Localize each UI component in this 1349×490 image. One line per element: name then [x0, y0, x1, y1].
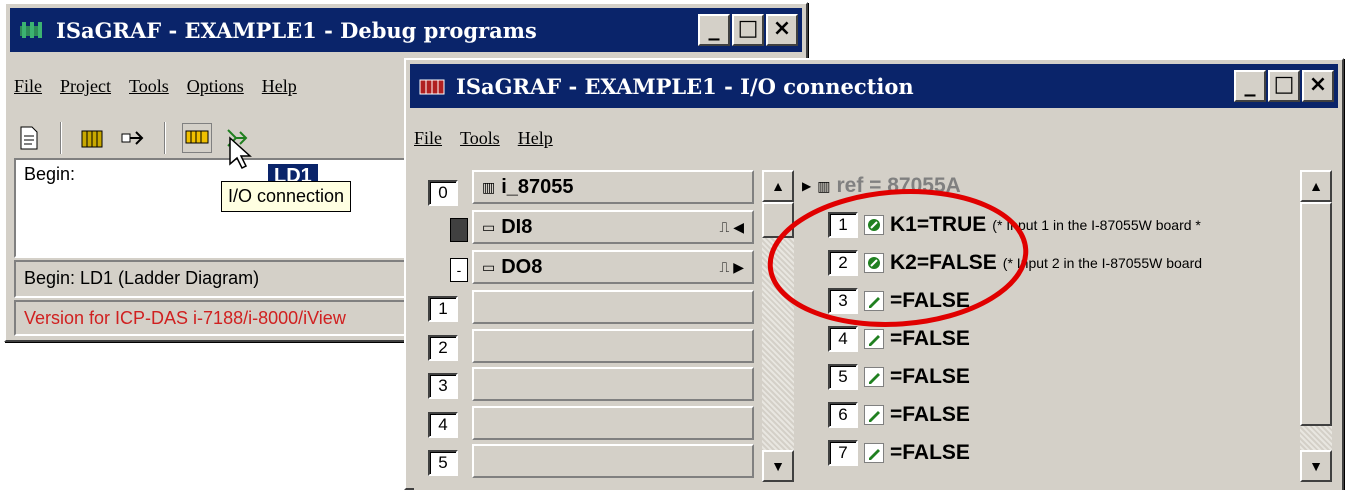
- input-arrow-icon: ⎍ ◀: [719, 218, 744, 235]
- do8-label: DO8: [501, 255, 543, 278]
- edit-variable-icon: [864, 443, 884, 463]
- channel-variable: K2=FALSE: [890, 251, 997, 274]
- channel-number: 5: [828, 364, 858, 390]
- io-menubar: File Tools Help: [414, 128, 553, 149]
- channel-variable: =FALSE: [890, 441, 970, 464]
- slot-row-1[interactable]: [472, 290, 754, 324]
- new-document-icon[interactable]: [14, 123, 44, 153]
- scroll-up-button[interactable]: ▲: [1300, 170, 1332, 202]
- slot-row-2[interactable]: [472, 329, 754, 363]
- menu-tools[interactable]: Tools: [460, 128, 500, 149]
- di-board-icon: ▭: [482, 218, 496, 235]
- di8-label: DI8: [501, 215, 533, 238]
- begin-label: Begin:: [24, 164, 76, 184]
- channel-row[interactable]: 1 K1=TRUE (* Input 1 in the I-87055W boa…: [828, 212, 1201, 238]
- ref-text: ref = 87055A: [836, 174, 961, 197]
- do-board-icon: ▭: [482, 258, 496, 275]
- maximize-button[interactable]: □: [1268, 70, 1300, 102]
- board-icon: ▥: [482, 178, 496, 195]
- channel-number: 4: [828, 326, 858, 352]
- channel-number: 1: [828, 212, 858, 238]
- debug-toolbar: [14, 122, 252, 154]
- slot-row-5[interactable]: [472, 444, 754, 478]
- slot-row-0[interactable]: ▥ i_87055: [472, 170, 754, 204]
- slot-number[interactable]: 2: [428, 335, 458, 361]
- edit-variable-icon: [864, 291, 884, 311]
- expand-toggle-icon[interactable]: -: [450, 258, 468, 282]
- channel-number: 6: [828, 402, 858, 428]
- channel-row[interactable]: 2 K2=FALSE (* Input 2 in the I-87055W bo…: [828, 250, 1202, 276]
- menu-file[interactable]: File: [14, 76, 42, 97]
- channel-row[interactable]: 6 =FALSE: [828, 402, 970, 428]
- maximize-button[interactable]: □: [732, 14, 764, 46]
- channel-row[interactable]: 4 =FALSE: [828, 326, 970, 352]
- minimize-button[interactable]: _: [1234, 70, 1266, 102]
- channel-scrollbar[interactable]: ▲ ▼: [1300, 170, 1332, 482]
- dictionary-icon[interactable]: [78, 123, 108, 153]
- slot-row-di8[interactable]: ▭ DI8 ⎍ ◀: [472, 210, 754, 244]
- channel-variable: =FALSE: [890, 327, 970, 350]
- edit-variable-icon: [864, 367, 884, 387]
- minimize-button[interactable]: _: [698, 14, 730, 46]
- scroll-thumb[interactable]: [1300, 202, 1332, 426]
- scroll-down-button[interactable]: ▼: [762, 450, 794, 482]
- menu-file[interactable]: File: [414, 128, 442, 149]
- io-connection-tooltip: I/O connection: [221, 181, 352, 212]
- channel-comment: (* Input 1 in the I-87055W board *: [992, 217, 1201, 233]
- slot-row-do8[interactable]: ▭ DO8 ⎍ ▶: [472, 250, 754, 284]
- board-name: i_87055: [501, 175, 574, 198]
- channel-variable: =FALSE: [890, 289, 970, 312]
- output-arrow-icon: ⎍ ▶: [719, 258, 744, 275]
- toolbar-separator: [164, 122, 166, 154]
- channel-variable: K1=TRUE: [890, 213, 987, 236]
- channel-variable: =FALSE: [890, 403, 970, 426]
- isagraf-app-icon: [20, 22, 42, 38]
- collapse-toggle-icon[interactable]: [450, 218, 468, 242]
- slot-number[interactable]: 3: [428, 373, 458, 399]
- channel-variable: =FALSE: [890, 365, 970, 388]
- io-connection-window: ISaGRAF - EXAMPLE1 - I/O connection _ □ …: [404, 58, 1344, 490]
- edit-variable-icon: [864, 405, 884, 425]
- fork-icon[interactable]: [222, 123, 252, 153]
- menu-project[interactable]: Project: [60, 76, 111, 97]
- slot-number[interactable]: 5: [428, 450, 458, 476]
- io-connection-icon[interactable]: [182, 123, 212, 153]
- channel-row[interactable]: 7 =FALSE: [828, 440, 970, 466]
- menu-options[interactable]: Options: [187, 76, 244, 97]
- link-icon[interactable]: [118, 123, 148, 153]
- boolean-variable-icon: [864, 215, 884, 235]
- scroll-thumb[interactable]: [762, 202, 794, 238]
- ref-board-icon: ▥: [817, 177, 831, 194]
- channel-number: 2: [828, 250, 858, 276]
- channel-number: 7: [828, 440, 858, 466]
- debug-window-title: ISaGRAF - EXAMPLE1 - Debug programs: [56, 17, 537, 43]
- board-ref-row: ▶ ▥ ref = 87055A: [802, 174, 961, 198]
- channel-row[interactable]: 5 =FALSE: [828, 364, 970, 390]
- close-button[interactable]: ×: [766, 14, 798, 46]
- io-window-title: ISaGRAF - EXAMPLE1 - I/O connection: [456, 73, 914, 99]
- io-titlebar[interactable]: ISaGRAF - EXAMPLE1 - I/O connection _ □ …: [410, 64, 1338, 108]
- scroll-up-button[interactable]: ▲: [762, 170, 794, 202]
- slot-row-4[interactable]: [472, 406, 754, 440]
- debug-titlebar[interactable]: ISaGRAF - EXAMPLE1 - Debug programs _ □ …: [10, 8, 802, 52]
- slot-number[interactable]: 4: [428, 412, 458, 438]
- io-app-icon: [419, 79, 445, 95]
- channel-row[interactable]: 3 =FALSE: [828, 288, 970, 314]
- channel-number: 3: [828, 288, 858, 314]
- slot-number[interactable]: 1: [428, 296, 458, 322]
- slot-row-3[interactable]: [472, 367, 754, 401]
- edit-variable-icon: [864, 329, 884, 349]
- channel-comment: (* Input 2 in the I-87055W board: [1002, 255, 1203, 271]
- menu-help[interactable]: Help: [518, 128, 553, 149]
- close-button[interactable]: ×: [1302, 70, 1334, 102]
- expand-arrow-icon: ▶: [802, 179, 812, 193]
- slot-scrollbar[interactable]: ▲ ▼: [762, 170, 794, 482]
- slot-number[interactable]: 0: [428, 180, 458, 206]
- menu-help[interactable]: Help: [262, 76, 297, 97]
- toolbar-separator: [60, 122, 62, 154]
- boolean-variable-icon: [864, 253, 884, 273]
- menu-tools[interactable]: Tools: [129, 76, 169, 97]
- scroll-down-button[interactable]: ▼: [1300, 450, 1332, 482]
- debug-menubar: File Project Tools Options Help: [14, 76, 297, 97]
